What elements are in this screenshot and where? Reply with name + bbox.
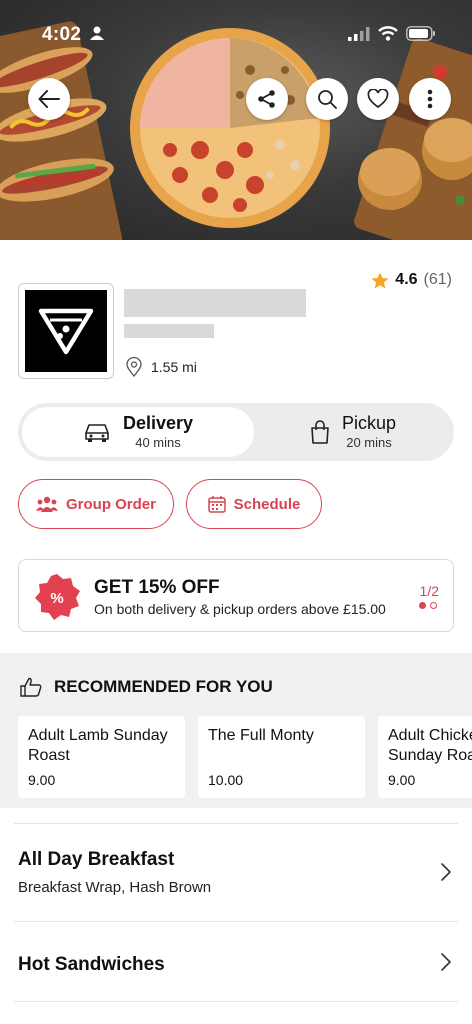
recommended-item-price: 9.00	[28, 772, 56, 788]
category-title: Hot Sandwiches	[18, 954, 165, 975]
rating-score: 4.6	[395, 271, 418, 288]
delivery-option[interactable]: Delivery 40 mins	[22, 407, 254, 457]
more-options-button[interactable]	[409, 78, 451, 120]
pizza-slice-icon	[38, 308, 94, 355]
hero-banner: 4:02	[0, 0, 472, 240]
shopping-bag-icon	[311, 420, 329, 444]
pickup-option[interactable]: Pickup 20 mins	[256, 407, 450, 457]
heart-icon	[367, 89, 389, 109]
recommended-item[interactable]: The Full Monty 10.00	[198, 716, 365, 798]
recommended-item-price: 9.00	[388, 772, 416, 788]
discount-badge-icon: %	[35, 574, 80, 620]
wifi-icon	[378, 26, 398, 41]
category-title: All Day Breakfast	[18, 849, 175, 870]
arrow-left-icon	[38, 90, 60, 108]
person-icon	[90, 26, 104, 40]
search-button[interactable]	[306, 78, 348, 120]
category-row[interactable]: All Day Breakfast Breakfast Wrap, Hash B…	[0, 824, 472, 921]
recommended-header: RECOMMENDED FOR YOU	[20, 677, 273, 697]
more-vertical-icon	[427, 89, 433, 109]
share-icon	[258, 90, 275, 108]
divider	[14, 1001, 458, 1002]
search-icon	[318, 90, 337, 109]
recommended-item-name: Adult Lamb Sunday Roast	[28, 727, 168, 764]
thumbs-up-icon	[20, 677, 42, 697]
recommended-item[interactable]: Adult Chicken Sunday Roast 9.00	[378, 716, 472, 798]
category-row[interactable]: Hot Sandwiches	[0, 922, 472, 1002]
delivery-label: Delivery	[122, 413, 194, 434]
promo-description: On both delivery & pickup orders above £…	[94, 601, 386, 617]
share-button[interactable]	[246, 78, 288, 120]
promo-dots	[419, 602, 437, 609]
schedule-label: Schedule	[233, 495, 301, 513]
store-subtitle-placeholder	[124, 324, 214, 338]
status-time: 4:02	[42, 24, 82, 45]
chevron-right-icon	[441, 953, 451, 971]
signal-icon	[348, 26, 370, 41]
group-order-label: Group Order	[65, 495, 156, 513]
promo-dot-active[interactable]	[419, 602, 426, 609]
category-subtitle: Breakfast Wrap, Hash Brown	[18, 879, 212, 896]
car-icon	[85, 424, 109, 442]
store-name-placeholder	[124, 289, 306, 317]
store-distance: 1.55 mi	[125, 357, 197, 377]
promo-pagination: 1/2	[419, 583, 439, 599]
status-bar: 4:02	[0, 0, 472, 48]
star-icon	[371, 272, 389, 288]
location-pin-icon	[126, 357, 142, 377]
battery-icon	[406, 26, 435, 41]
store-logo	[18, 283, 114, 379]
discount-badge-symbol: %	[50, 590, 63, 607]
store-logo-image	[25, 290, 107, 372]
recommended-item-name: The Full Monty	[208, 727, 314, 744]
calendar-icon	[207, 496, 226, 513]
fulfillment-toggle: Delivery 40 mins Pickup 20 mins	[18, 403, 454, 461]
pickup-label: Pickup	[341, 413, 397, 434]
promo-title: GET 15% OFF	[94, 577, 220, 598]
back-button[interactable]	[28, 78, 70, 120]
recommended-item[interactable]: Adult Lamb Sunday Roast 9.00	[18, 716, 185, 798]
recommended-item-name: Adult Chicken Sunday Roast	[388, 727, 472, 764]
status-icons	[348, 26, 436, 41]
recommended-title: RECOMMENDED FOR YOU	[54, 677, 273, 696]
store-rating[interactable]: 4.6 (61)	[371, 271, 452, 289]
rating-count: (61)	[423, 271, 452, 288]
schedule-button[interactable]: Schedule	[186, 479, 322, 529]
group-icon	[35, 496, 58, 512]
chevron-right-icon	[441, 863, 451, 881]
recommended-section: RECOMMENDED FOR YOU Adult Lamb Sunday Ro…	[0, 653, 472, 808]
delivery-time: 40 mins	[135, 435, 181, 450]
distance-text: 1.55 mi	[151, 359, 197, 375]
favorite-button[interactable]	[357, 78, 399, 120]
group-order-button[interactable]: Group Order	[18, 479, 174, 529]
pickup-time: 20 mins	[346, 435, 392, 450]
promo-dot[interactable]	[430, 602, 437, 609]
recommended-item-price: 10.00	[208, 772, 244, 788]
promo-banner[interactable]: % GET 15% OFF On both delivery & pickup …	[18, 559, 454, 632]
